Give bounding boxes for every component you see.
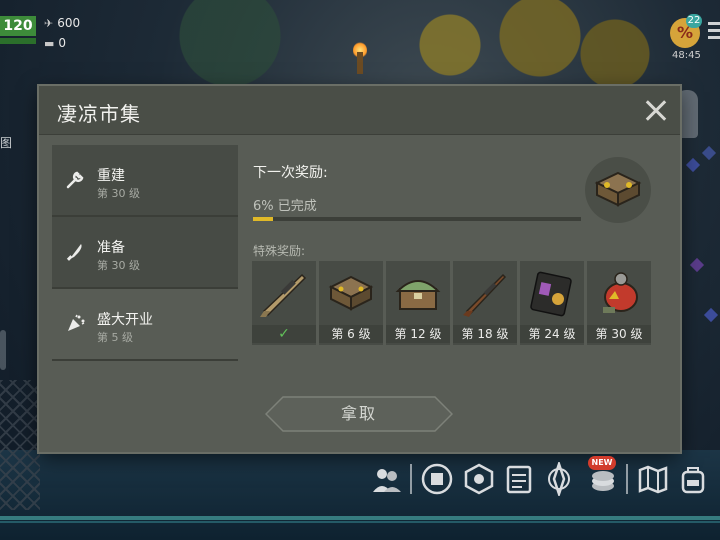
next-reward-label: 下一次奖励:	[253, 165, 328, 181]
modal-body: 重建 第 30 级 准备 第 30 级 盛大开业 第 5 级 下一次奖励: 6%…	[52, 145, 667, 361]
modal-title: 凄凉市集	[57, 102, 141, 126]
progress-fill	[253, 217, 273, 221]
menu-icon[interactable]	[708, 22, 720, 42]
sidebar-item-level: 第 5 级	[97, 331, 133, 344]
crafting-icon[interactable]	[462, 462, 496, 496]
background-bunting	[682, 140, 720, 340]
events-icon[interactable]	[542, 462, 576, 496]
sidebar-item-label: 准备	[97, 240, 125, 256]
red-backpack-icon	[603, 272, 638, 313]
toolbar-divider	[626, 464, 628, 494]
background-yellow-trees	[360, 0, 660, 90]
level-bar	[0, 38, 36, 44]
wrench-icon	[64, 169, 86, 191]
sidebar-item-prepare[interactable]: 准备 第 30 级	[52, 217, 238, 289]
map-label: 图	[0, 136, 13, 150]
next-reward-preview[interactable]	[585, 157, 651, 223]
id-card-icon	[530, 271, 572, 317]
reward-tile[interactable]: 第 12 级	[386, 261, 450, 345]
claim-button-label: 拿取	[340, 404, 377, 423]
bottom-toolbar: NEW	[370, 456, 720, 502]
progress-text: 6% 已完成	[253, 199, 317, 214]
knife-icon	[64, 241, 86, 263]
hunting-rifle-icon	[463, 273, 507, 317]
reward-tile-claimed[interactable]: ✓	[252, 261, 316, 345]
clan-icon[interactable]	[420, 462, 454, 496]
close-icon[interactable]	[639, 94, 673, 128]
reward-tile[interactable]: 第 18 级	[453, 261, 517, 345]
progress-bar	[253, 217, 581, 221]
friends-icon[interactable]	[370, 462, 404, 496]
reward-level-label: 第 24 级	[520, 325, 584, 343]
reward-level-label: 第 30 级	[587, 325, 651, 343]
rocket-icon: ✈	[44, 16, 54, 30]
claimed-check: ✓	[252, 325, 316, 343]
reward-tile[interactable]: 第 30 级	[587, 261, 651, 345]
sidebar-item-label: 盛大开业	[97, 312, 153, 328]
background-water-line	[0, 516, 720, 520]
resource-stat-1: ✈ 600	[44, 16, 80, 30]
supply-crate-icon	[594, 171, 642, 207]
resource-1-value: 600	[57, 16, 81, 30]
reward-tile[interactable]: 第 24 级	[520, 261, 584, 345]
market-modal: 凄凉市集 重建 第 30 级 准备 第 30 级 盛大开业 第 5 级 下一次奖…	[39, 86, 680, 452]
left-edge-handle	[0, 330, 6, 370]
special-rewards-label: 特殊奖励:	[253, 244, 306, 258]
resource-2-value: 0	[58, 36, 67, 50]
discount-count-badge: 22	[686, 14, 702, 28]
toolbar-divider	[410, 464, 412, 494]
sidebar-item-level: 第 30 级	[97, 259, 140, 272]
claim-button[interactable]: 拿取	[265, 396, 453, 432]
confetti-icon	[64, 313, 86, 335]
reward-level-label: 第 12 级	[386, 325, 450, 343]
background-trees	[120, 0, 340, 90]
category-sidebar: 重建 第 30 级 准备 第 30 级 盛大开业 第 5 级	[52, 145, 238, 361]
sidebar-item-grand-opening[interactable]: 盛大开业 第 5 级	[52, 289, 238, 361]
scoped-rifle-icon	[260, 273, 307, 317]
map-icon[interactable]	[636, 462, 670, 496]
modal-header: 凄凉市集	[39, 86, 680, 135]
sidebar-item-level: 第 30 级	[97, 187, 140, 200]
new-badge: NEW	[588, 456, 616, 470]
player-level[interactable]: 120	[0, 16, 36, 36]
bag-icon: ▬	[44, 36, 55, 50]
background-tower	[0, 380, 40, 510]
special-rewards-row: ✓ 第 6 级 第 12 级 第 18 级 第 24 级 第 30 级	[252, 261, 652, 345]
background-water-line-2	[0, 521, 720, 523]
reward-panel: 下一次奖励: 6% 已完成 特殊奖励: ✓ 第 6 级 第 12 级 第 18 …	[238, 145, 667, 359]
reward-tile[interactable]: 第 6 级	[319, 261, 383, 345]
reward-level-label: 第 18 级	[453, 325, 517, 343]
sidebar-item-label: 重建	[97, 168, 125, 184]
reward-level-label: 第 6 级	[319, 325, 383, 343]
resource-stat-2: ▬ 0	[44, 36, 66, 50]
backpack-icon[interactable]	[676, 462, 710, 496]
supply-crate-icon	[328, 275, 374, 311]
green-crate-icon	[395, 280, 441, 310]
torch	[357, 52, 363, 74]
tasks-icon[interactable]	[502, 462, 536, 496]
sidebar-item-rebuild[interactable]: 重建 第 30 级	[52, 145, 238, 217]
timer-text: 48:45	[672, 50, 701, 61]
